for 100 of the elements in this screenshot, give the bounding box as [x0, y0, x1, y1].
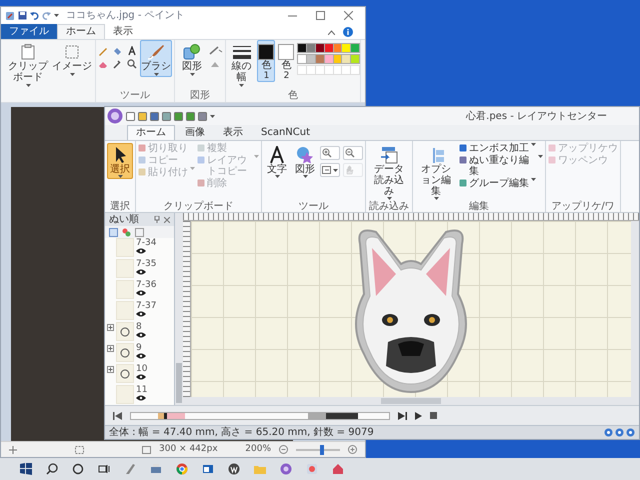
- ribbon-tab[interactable]: ScanNCut: [253, 125, 318, 140]
- zoom-in-icon[interactable]: [348, 445, 357, 454]
- ribbon-button[interactable]: 線の幅: [228, 40, 256, 88]
- skip-forward-icon[interactable]: [398, 412, 407, 420]
- stitch-order-item[interactable]: 8: [105, 322, 174, 343]
- fit-view-icon: [322, 165, 332, 175]
- ribbon-button[interactable]: 図形: [292, 143, 318, 179]
- ribbon-button[interactable]: ブラシ: [140, 40, 172, 77]
- scrollbar[interactable]: [175, 213, 183, 405]
- magnifier-icon[interactable]: [126, 59, 137, 69]
- slider-thumb[interactable]: [320, 444, 324, 454]
- fit-view-button[interactable]: [320, 163, 340, 177]
- ribbon-button[interactable]: 選択: [107, 143, 133, 179]
- caret-icon: [154, 73, 158, 76]
- expand-icon[interactable]: [107, 345, 114, 352]
- eye-icon[interactable]: [136, 311, 146, 317]
- palette-swatch[interactable]: [297, 43, 308, 53]
- ribbon-tab[interactable]: 画像: [177, 125, 213, 140]
- stitch-order-item[interactable]: 11: [105, 385, 174, 405]
- eye-icon[interactable]: [136, 269, 146, 275]
- stitch-order-item[interactable]: 10: [105, 364, 174, 385]
- search-icon[interactable]: [46, 463, 58, 475]
- text-tool-icon[interactable]: [126, 46, 137, 56]
- outline-icon[interactable]: [209, 46, 223, 55]
- app-orb-icon[interactable]: [280, 463, 292, 475]
- palette-swatch[interactable]: [297, 54, 308, 64]
- ribbon-tab[interactable]: ホーム: [127, 125, 175, 140]
- group-label: 図形: [189, 90, 211, 102]
- palette-swatch[interactable]: [341, 43, 352, 53]
- image-size-icon: [142, 446, 151, 454]
- zoom-out-icon[interactable]: [279, 445, 288, 454]
- stitch-order-item[interactable]: 7-36: [105, 280, 174, 301]
- browser-icon[interactable]: [176, 463, 188, 475]
- color-slot[interactable]: 色 2: [277, 40, 296, 82]
- task-view-icon[interactable]: [98, 463, 110, 475]
- palette-swatch[interactable]: [350, 43, 360, 53]
- ribbon-button[interactable]: 文字: [264, 143, 290, 179]
- stitch-order-item[interactable]: 7-37: [105, 301, 174, 322]
- ribbon-button[interactable]: エンボス加工: [459, 143, 543, 154]
- group-label: アップリケ/ワ: [550, 201, 616, 212]
- play-icon[interactable]: [415, 412, 422, 420]
- expand-icon[interactable]: [107, 366, 114, 373]
- eye-icon[interactable]: [136, 248, 146, 254]
- palette-swatch[interactable]: [306, 43, 316, 53]
- collapse-ribbon-icon[interactable]: [328, 30, 335, 35]
- item-label: 11: [136, 385, 148, 395]
- help-icon[interactable]: [343, 27, 353, 37]
- eye-icon[interactable]: [136, 395, 146, 401]
- ribbon-button[interactable]: オプション編集: [415, 143, 457, 201]
- house-app-icon[interactable]: [332, 463, 344, 475]
- ribbon-tab[interactable]: ファイル: [1, 24, 57, 39]
- scrollbar[interactable]: [631, 221, 639, 397]
- stitch-order-item[interactable]: 7-34: [105, 238, 174, 259]
- circle-icon[interactable]: [72, 463, 84, 475]
- palette-swatch[interactable]: [324, 43, 334, 53]
- stitch-order-item[interactable]: 9: [105, 343, 174, 364]
- ribbon-tab[interactable]: 表示: [105, 24, 141, 39]
- pin-icon[interactable]: [154, 216, 160, 223]
- undo-icon[interactable]: [30, 11, 39, 20]
- ribbon-button[interactable]: 図形: [177, 40, 207, 77]
- pencil-icon[interactable]: [98, 46, 108, 56]
- ribbon-button[interactable]: データ読み込み: [368, 143, 410, 201]
- palette-swatch[interactable]: [306, 54, 316, 64]
- palette-swatch[interactable]: [315, 54, 326, 64]
- eye-icon[interactable]: [136, 353, 146, 359]
- zoom-in-icon: [322, 148, 332, 158]
- zoom-in-button[interactable]: [320, 146, 340, 160]
- ribbon-tab[interactable]: ホーム: [57, 24, 105, 39]
- close-icon[interactable]: [344, 11, 353, 20]
- color-slot[interactable]: 色 1: [257, 40, 276, 82]
- paint-icon: [5, 10, 15, 20]
- eye-icon[interactable]: [136, 332, 146, 338]
- palette-swatch[interactable]: [324, 54, 334, 64]
- app-orb-icon[interactable]: [107, 108, 123, 124]
- color-sort-icon[interactable]: [122, 228, 131, 236]
- palette-swatch[interactable]: [315, 43, 326, 53]
- frame-icon[interactable]: [135, 228, 144, 236]
- palette-swatch[interactable]: [350, 54, 360, 64]
- palette-swatch[interactable]: [341, 54, 352, 64]
- stitch-order-item[interactable]: 7-35: [105, 259, 174, 280]
- skip-back-icon[interactable]: [113, 412, 122, 420]
- ribbon-button[interactable]: イメージ: [51, 40, 93, 77]
- redo-icon[interactable]: [42, 11, 51, 20]
- shapes-icon: [296, 146, 314, 164]
- zoom-out-button[interactable]: [343, 146, 363, 160]
- start-icon[interactable]: [20, 463, 32, 475]
- ribbon-button[interactable]: グループ編集: [459, 178, 543, 189]
- close-icon[interactable]: [164, 216, 170, 222]
- maximize-icon[interactable]: [316, 11, 325, 20]
- caret-icon: [210, 114, 215, 118]
- ribbon-button[interactable]: ぬい重なり編集: [459, 155, 543, 177]
- stitch-simulator-bar[interactable]: [130, 412, 390, 420]
- scrollbar[interactable]: [183, 397, 639, 405]
- eye-icon[interactable]: [136, 290, 146, 296]
- expand-icon[interactable]: [107, 324, 114, 331]
- ribbon-tab[interactable]: 表示: [215, 125, 251, 140]
- ribbon-button[interactable]: クリップボード: [7, 40, 49, 88]
- eye-icon[interactable]: [136, 374, 146, 380]
- select-frame-icon[interactable]: [109, 228, 118, 236]
- group-label: 読み込み: [368, 201, 410, 212]
